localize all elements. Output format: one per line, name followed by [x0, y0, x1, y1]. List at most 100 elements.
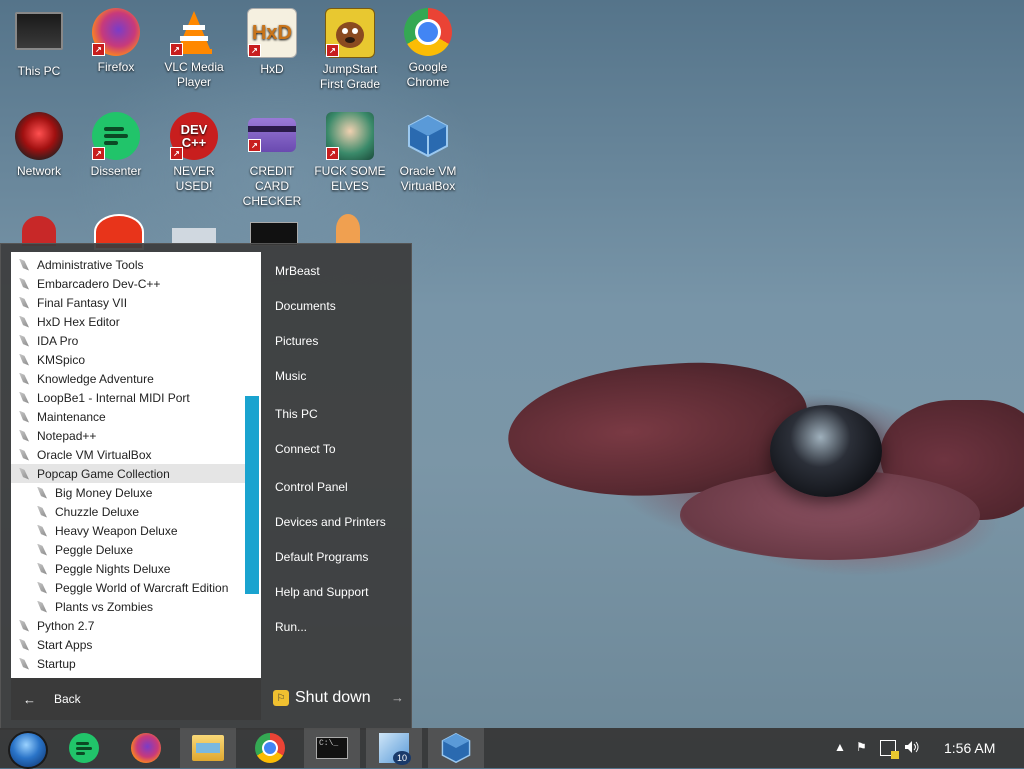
program-folder[interactable]: Popcap Game Collection — [11, 464, 251, 483]
program-folder[interactable]: IDA Pro — [11, 331, 251, 350]
clock[interactable]: 1:56 AM — [944, 740, 995, 756]
action-center-flag-icon[interactable]: ⚑ — [856, 740, 867, 754]
program-item[interactable]: Peggle World of Warcraft Edition — [11, 578, 269, 597]
program-label: Maintenance — [37, 409, 106, 424]
program-folder[interactable]: LoopBe1 - Internal MIDI Port — [11, 388, 251, 407]
desktop-icon-network[interactable]: Network — [1, 112, 77, 179]
start-menu-link-this-pc[interactable]: This PC — [275, 407, 318, 421]
program-folder[interactable]: KMSpico — [11, 350, 251, 369]
program-item[interactable]: Big Money Deluxe — [11, 483, 269, 502]
program-label: IDA Pro — [37, 333, 79, 348]
folder-icon — [19, 277, 29, 290]
taskbar-button-command-prompt[interactable]: C:\_ — [304, 728, 360, 768]
taskbar-button-chrome[interactable] — [242, 728, 298, 768]
program-label: Embarcadero Dev-C++ — [37, 276, 161, 291]
program-label: Start Apps — [37, 637, 93, 652]
program-item[interactable]: Peggle Nights Deluxe — [11, 559, 269, 578]
taskbar-button-file-explorer[interactable] — [180, 728, 236, 768]
folder-icon — [19, 467, 29, 480]
folder-icon — [19, 372, 29, 385]
program-folder[interactable]: Embarcadero Dev-C++ — [11, 274, 251, 293]
start-menu-link-documents[interactable]: Documents — [275, 299, 336, 313]
start-orb-button[interactable] — [8, 731, 48, 769]
program-label: KMSpico — [37, 352, 86, 367]
program-item[interactable]: Plants vs Zombies — [11, 597, 269, 616]
desktop-icon-jumpstart[interactable]: ↗ JumpStart First Grade — [312, 8, 388, 92]
programs-scrollbar-thumb[interactable] — [245, 396, 259, 594]
desktop-icon-credit-card-checker[interactable]: ↗ CREDIT CARD CHECKER — [234, 112, 310, 209]
start-menu-link-mrbeast[interactable]: MrBeast — [275, 264, 320, 278]
program-label: Notepad++ — [37, 428, 97, 443]
start-menu-link-run[interactable]: Run... — [275, 620, 307, 634]
back-label: Back — [54, 692, 81, 706]
program-label: Big Money Deluxe — [55, 485, 153, 500]
program-folder[interactable]: Final Fantasy VII — [11, 293, 251, 312]
program-folder[interactable]: Notepad++ — [11, 426, 251, 445]
network-status-icon[interactable] — [880, 740, 899, 759]
start-menu-link-pictures[interactable]: Pictures — [275, 334, 318, 348]
firefox-icon — [131, 733, 161, 763]
jumpstart-dog-icon: ↗ — [325, 8, 375, 58]
desktop-icon-virtualbox[interactable]: Oracle VM VirtualBox — [390, 112, 466, 194]
show-hidden-icons-button[interactable]: ▲ — [834, 740, 846, 754]
program-label: Final Fantasy VII — [37, 295, 128, 310]
start-menu-link-music[interactable]: Music — [275, 369, 306, 383]
desktop-icon-devcpp[interactable]: DEV C++ ↗ NEVER USED! — [156, 112, 232, 194]
program-folder[interactable]: Maintenance — [11, 407, 251, 426]
folder-icon — [19, 258, 29, 271]
folder-icon — [19, 315, 29, 328]
shut-down-button[interactable]: ⚐ Shut down — [273, 687, 371, 709]
elf-icon: ↗ — [326, 112, 374, 160]
program-folder[interactable]: Knowledge Adventure — [11, 369, 251, 388]
desktop-icon-elves[interactable]: ↗ FUCK SOME ELVES — [312, 112, 388, 194]
program-item[interactable]: Peggle Deluxe — [11, 540, 269, 559]
chrome-icon — [404, 8, 452, 56]
volume-icon[interactable] — [904, 740, 920, 757]
desktop-icon-this-pc[interactable]: This PC — [1, 8, 77, 79]
program-label: Plants vs Zombies — [55, 599, 154, 614]
dissenter-icon: ↗ — [92, 112, 140, 160]
program-shortcut-icon — [37, 543, 47, 556]
desktop-icon-firefox[interactable]: ↗ Firefox — [78, 8, 154, 75]
taskbar-button-firefox[interactable] — [118, 728, 174, 768]
program-folder[interactable]: Python 2.7 — [11, 616, 251, 635]
desktop-icon-chrome[interactable]: Google Chrome — [390, 8, 466, 90]
program-folder[interactable]: Startup — [11, 654, 251, 673]
folder-icon — [19, 638, 29, 651]
partial-desktop-icon — [172, 228, 216, 244]
folder-icon — [19, 296, 29, 309]
program-folder[interactable]: Start Apps — [11, 635, 251, 654]
taskbar-button-dissenter[interactable] — [56, 728, 112, 768]
start-menu-link-default-programs[interactable]: Default Programs — [275, 550, 368, 564]
desktop-icon-dissenter[interactable]: ↗ Dissenter — [78, 112, 154, 179]
program-item[interactable]: Heavy Weapon Deluxe — [11, 521, 269, 540]
program-folder[interactable]: HxD Hex Editor — [11, 312, 251, 331]
folder-icon — [19, 410, 29, 423]
start-menu-link-help-and-support[interactable]: Help and Support — [275, 585, 368, 599]
desktop-icon-vlc[interactable]: ↗ VLC Media Player — [156, 8, 232, 90]
program-label: Python 2.7 — [37, 618, 95, 633]
back-arrow-icon: ← — [23, 691, 36, 707]
folder-icon — [19, 353, 29, 366]
vlc-cone-icon: ↗ — [170, 8, 218, 56]
taskbar-button-windows-10-app[interactable]: 10 — [366, 728, 422, 768]
program-label: LoopBe1 - Internal MIDI Port — [37, 390, 190, 405]
start-menu-link-control-panel[interactable]: Control Panel — [275, 480, 348, 494]
partial-desktop-icon — [336, 214, 360, 244]
dissenter-icon — [69, 733, 99, 763]
desktop-icon-hxd[interactable]: HxD ↗ HxD — [234, 8, 310, 77]
taskbar-button-virtualbox[interactable] — [428, 728, 484, 768]
folder-icon — [19, 619, 29, 632]
shut-down-options-arrow-icon[interactable]: → — [391, 690, 404, 705]
program-item[interactable]: Chuzzle Deluxe — [11, 502, 269, 521]
chrome-icon — [255, 733, 285, 763]
shield-icon: ⚐ — [273, 690, 289, 706]
back-button[interactable]: ← Back — [11, 678, 261, 720]
program-label: Peggle Deluxe — [55, 542, 134, 557]
program-folder[interactable]: Oracle VM VirtualBox — [11, 445, 251, 464]
program-folder[interactable]: Administrative Tools — [11, 255, 251, 274]
program-label: Knowledge Adventure — [37, 371, 154, 386]
start-menu-link-devices-and-printers[interactable]: Devices and Printers — [275, 515, 386, 529]
start-menu-link-connect-to[interactable]: Connect To — [275, 442, 336, 456]
program-shortcut-icon — [37, 600, 47, 613]
